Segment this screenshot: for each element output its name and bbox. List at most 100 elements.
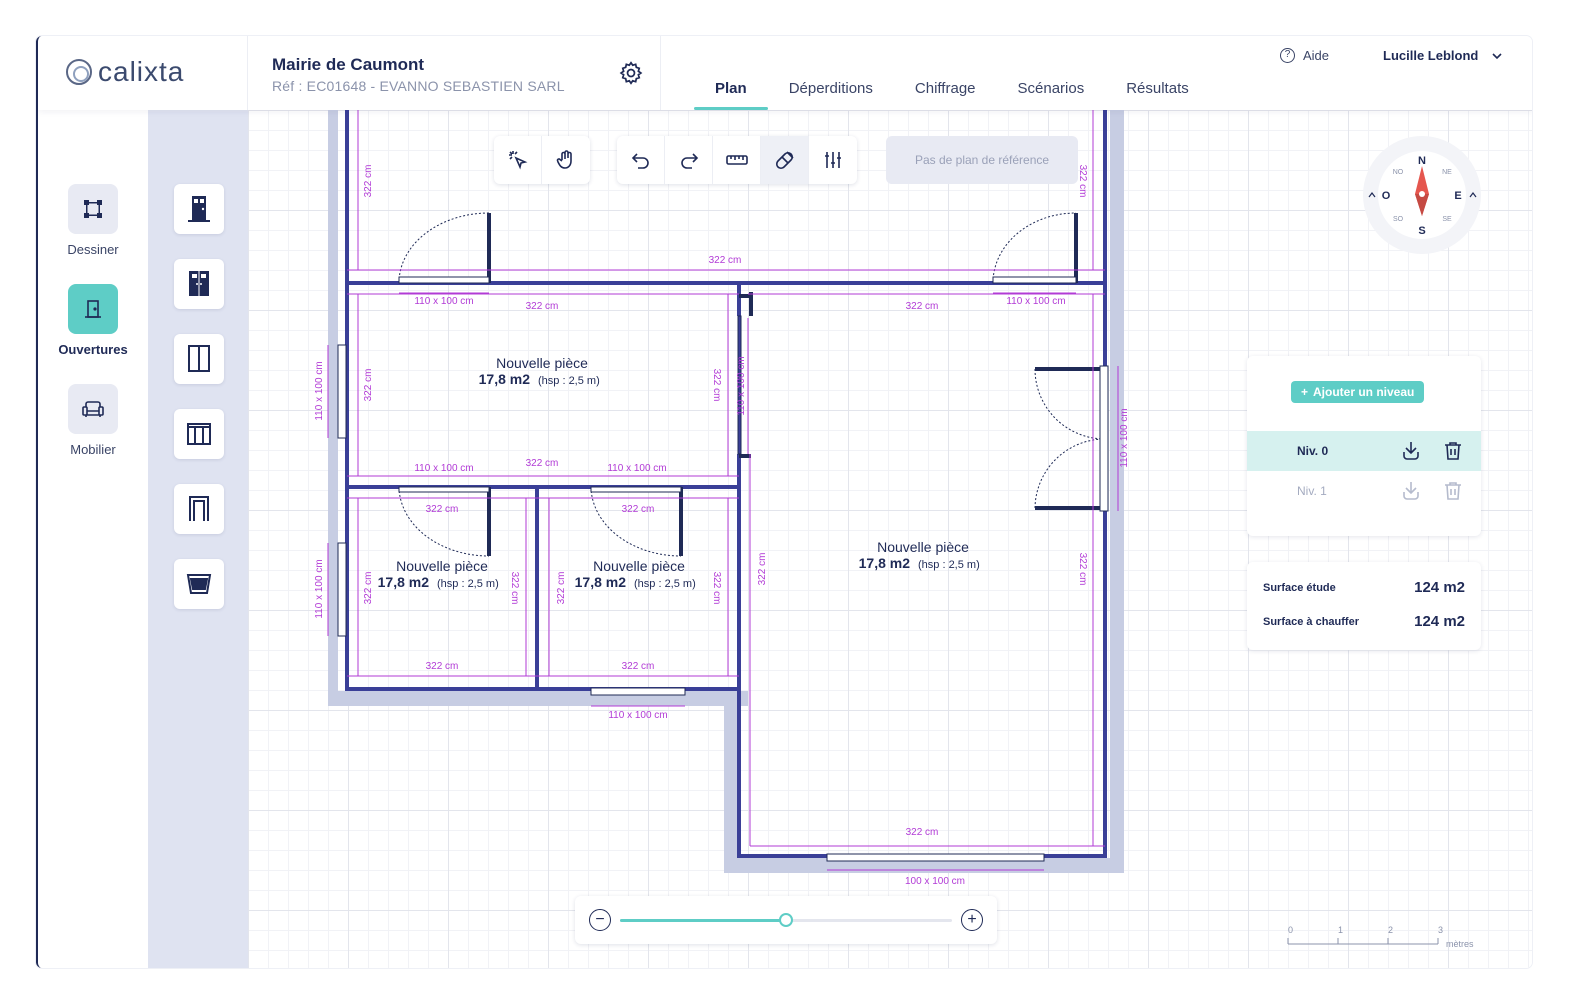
draw-shape-icon bbox=[68, 184, 118, 234]
window-button[interactable] bbox=[174, 334, 224, 384]
plus-icon: + bbox=[1301, 385, 1309, 399]
compass-widget[interactable]: N S E O NE NO SE SO bbox=[1363, 136, 1481, 254]
left-sidebar: Dessiner Ouvertures Mobilier bbox=[38, 110, 148, 968]
dim-label: 322 cm bbox=[1077, 165, 1088, 198]
scale-tick: 1 bbox=[1338, 925, 1343, 935]
dim-label: 110 x 100 cm bbox=[1119, 408, 1130, 467]
minus-icon: − bbox=[595, 911, 605, 928]
room-area: 17,8 m2 bbox=[378, 574, 430, 590]
tab-deperditions[interactable]: Déperditions bbox=[768, 66, 894, 110]
help-link[interactable]: ? Aide bbox=[1280, 48, 1329, 63]
undo-button[interactable] bbox=[617, 136, 665, 184]
plus-icon: + bbox=[967, 911, 977, 928]
level-name: Niv. 0 bbox=[1297, 444, 1329, 458]
select-tool[interactable] bbox=[494, 136, 542, 184]
zoom-slider[interactable] bbox=[620, 913, 952, 927]
gear-icon[interactable] bbox=[618, 60, 644, 86]
tab-resultats[interactable]: Résultats bbox=[1105, 66, 1210, 110]
zoom-in-button[interactable]: + bbox=[961, 909, 983, 931]
surface-etude-row: Surface étude 124 m2 bbox=[1263, 579, 1465, 596]
calixta-logo[interactable]: calixta bbox=[66, 56, 184, 88]
download-icon[interactable] bbox=[1399, 439, 1423, 463]
dim-label: 322 cm bbox=[711, 572, 722, 605]
help-icon: ? bbox=[1280, 48, 1295, 63]
levels-panel: + Ajouter un niveau Niv. 0 Niv. 1 bbox=[1247, 356, 1481, 536]
sidebar-item-label: Dessiner bbox=[67, 242, 119, 257]
dim-label: 322 cm bbox=[363, 165, 374, 198]
dim-label: 322 cm bbox=[709, 255, 742, 266]
dim-label: 110 x 100 cm bbox=[608, 710, 667, 721]
double-door-icon bbox=[189, 271, 209, 296]
room-hsp: (hsp : 2,5 m) bbox=[634, 578, 696, 590]
ruler-button[interactable] bbox=[713, 136, 761, 184]
room-hsp: (hsp : 2,5 m) bbox=[437, 578, 499, 590]
sliders-button[interactable] bbox=[809, 136, 857, 184]
surface-chauffer-value: 124 m2 bbox=[1414, 613, 1465, 630]
reference-plan-button[interactable]: Pas de plan de référence bbox=[886, 136, 1078, 184]
double-door-button[interactable] bbox=[174, 259, 224, 309]
surface-chauffer-label: Surface à chauffer bbox=[1263, 615, 1359, 628]
level-row[interactable]: Niv. 1 bbox=[1247, 471, 1481, 511]
download-icon[interactable] bbox=[1399, 479, 1423, 503]
redo-button[interactable] bbox=[665, 136, 713, 184]
pan-hand-icon bbox=[556, 150, 572, 169]
roof-window-icon bbox=[186, 574, 212, 594]
tab-scenarios[interactable]: Scénarios bbox=[997, 66, 1106, 110]
edit-toolbar bbox=[617, 136, 857, 184]
compass-n: N bbox=[1418, 155, 1426, 167]
trash-icon[interactable] bbox=[1441, 479, 1465, 503]
dim-label: 322 cm bbox=[526, 301, 559, 312]
room-hsp: (hsp : 2,5 m) bbox=[538, 375, 600, 387]
top-header: calixta Mairie de Caumont Réf : EC01648 … bbox=[38, 36, 1532, 110]
trash-icon[interactable] bbox=[1441, 439, 1465, 463]
double-window-button[interactable] bbox=[174, 409, 224, 459]
select-icon bbox=[508, 151, 527, 170]
magnet-button[interactable] bbox=[761, 136, 809, 184]
sidebar-item-label: Ouvertures bbox=[58, 342, 128, 357]
sofa-icon bbox=[68, 384, 118, 434]
room-name: Nouvelle pièce bbox=[877, 539, 969, 555]
room-area: 17,8 m2 bbox=[575, 574, 627, 590]
scale-tick: 0 bbox=[1288, 925, 1293, 935]
room-area: 17,8 m2 bbox=[859, 555, 911, 571]
zoom-out-button[interactable]: − bbox=[589, 909, 611, 931]
zoom-slider-handle[interactable] bbox=[779, 913, 793, 927]
app-window: 322 cm 322 cm 322 cm 110 x 100 cm 110 x … bbox=[36, 36, 1532, 968]
dim-label: 322 cm bbox=[906, 301, 939, 312]
dim-label: 322 cm bbox=[363, 369, 374, 402]
rotate-left-icon[interactable] bbox=[1368, 192, 1376, 198]
dim-label: 322 cm bbox=[426, 504, 459, 515]
tab-plan[interactable]: Plan bbox=[694, 66, 768, 110]
add-level-button[interactable]: + Ajouter un niveau bbox=[1291, 381, 1425, 403]
sidebar-item-dessiner[interactable]: Dessiner bbox=[38, 184, 148, 257]
dim-label: 322 cm bbox=[526, 458, 559, 469]
dim-label: 110 x 100 cm bbox=[414, 463, 473, 474]
dim-label: 322 cm bbox=[906, 827, 939, 838]
opening-frame-button[interactable] bbox=[174, 484, 224, 534]
sidebar-item-ouvertures[interactable]: Ouvertures bbox=[38, 284, 148, 357]
dimension-labels: 322 cm 322 cm 322 cm 110 x 100 cm 110 x … bbox=[314, 165, 1130, 887]
dim-label: 322 cm bbox=[556, 572, 567, 605]
rotate-right-icon[interactable] bbox=[1469, 192, 1477, 198]
roof-window-button[interactable] bbox=[174, 559, 224, 609]
dim-label: 110 x 100 cm bbox=[414, 296, 473, 307]
selection-toolbar bbox=[494, 136, 590, 184]
dim-label: 110 x 100 cm bbox=[607, 463, 666, 474]
chevron-down-icon bbox=[1492, 52, 1502, 59]
opening-frame-icon bbox=[189, 496, 209, 521]
tab-chiffrage[interactable]: Chiffrage bbox=[894, 66, 997, 110]
undo-icon bbox=[631, 153, 649, 169]
surface-etude-label: Surface étude bbox=[1263, 581, 1336, 594]
single-door-button[interactable] bbox=[174, 184, 224, 234]
compass-e: E bbox=[1454, 190, 1461, 202]
logo-icon bbox=[66, 59, 92, 85]
pan-tool[interactable] bbox=[542, 136, 590, 184]
double-window-icon bbox=[187, 423, 211, 445]
room-hsp: (hsp : 2,5 m) bbox=[918, 559, 980, 571]
header-divider bbox=[247, 36, 248, 110]
user-menu[interactable]: Lucille Leblond bbox=[1383, 48, 1502, 63]
level-row[interactable]: Niv. 0 bbox=[1247, 431, 1481, 471]
zoom-slider-fill bbox=[620, 919, 786, 922]
dim-label: 322 cm bbox=[622, 661, 655, 672]
sidebar-item-mobilier[interactable]: Mobilier bbox=[38, 384, 148, 457]
